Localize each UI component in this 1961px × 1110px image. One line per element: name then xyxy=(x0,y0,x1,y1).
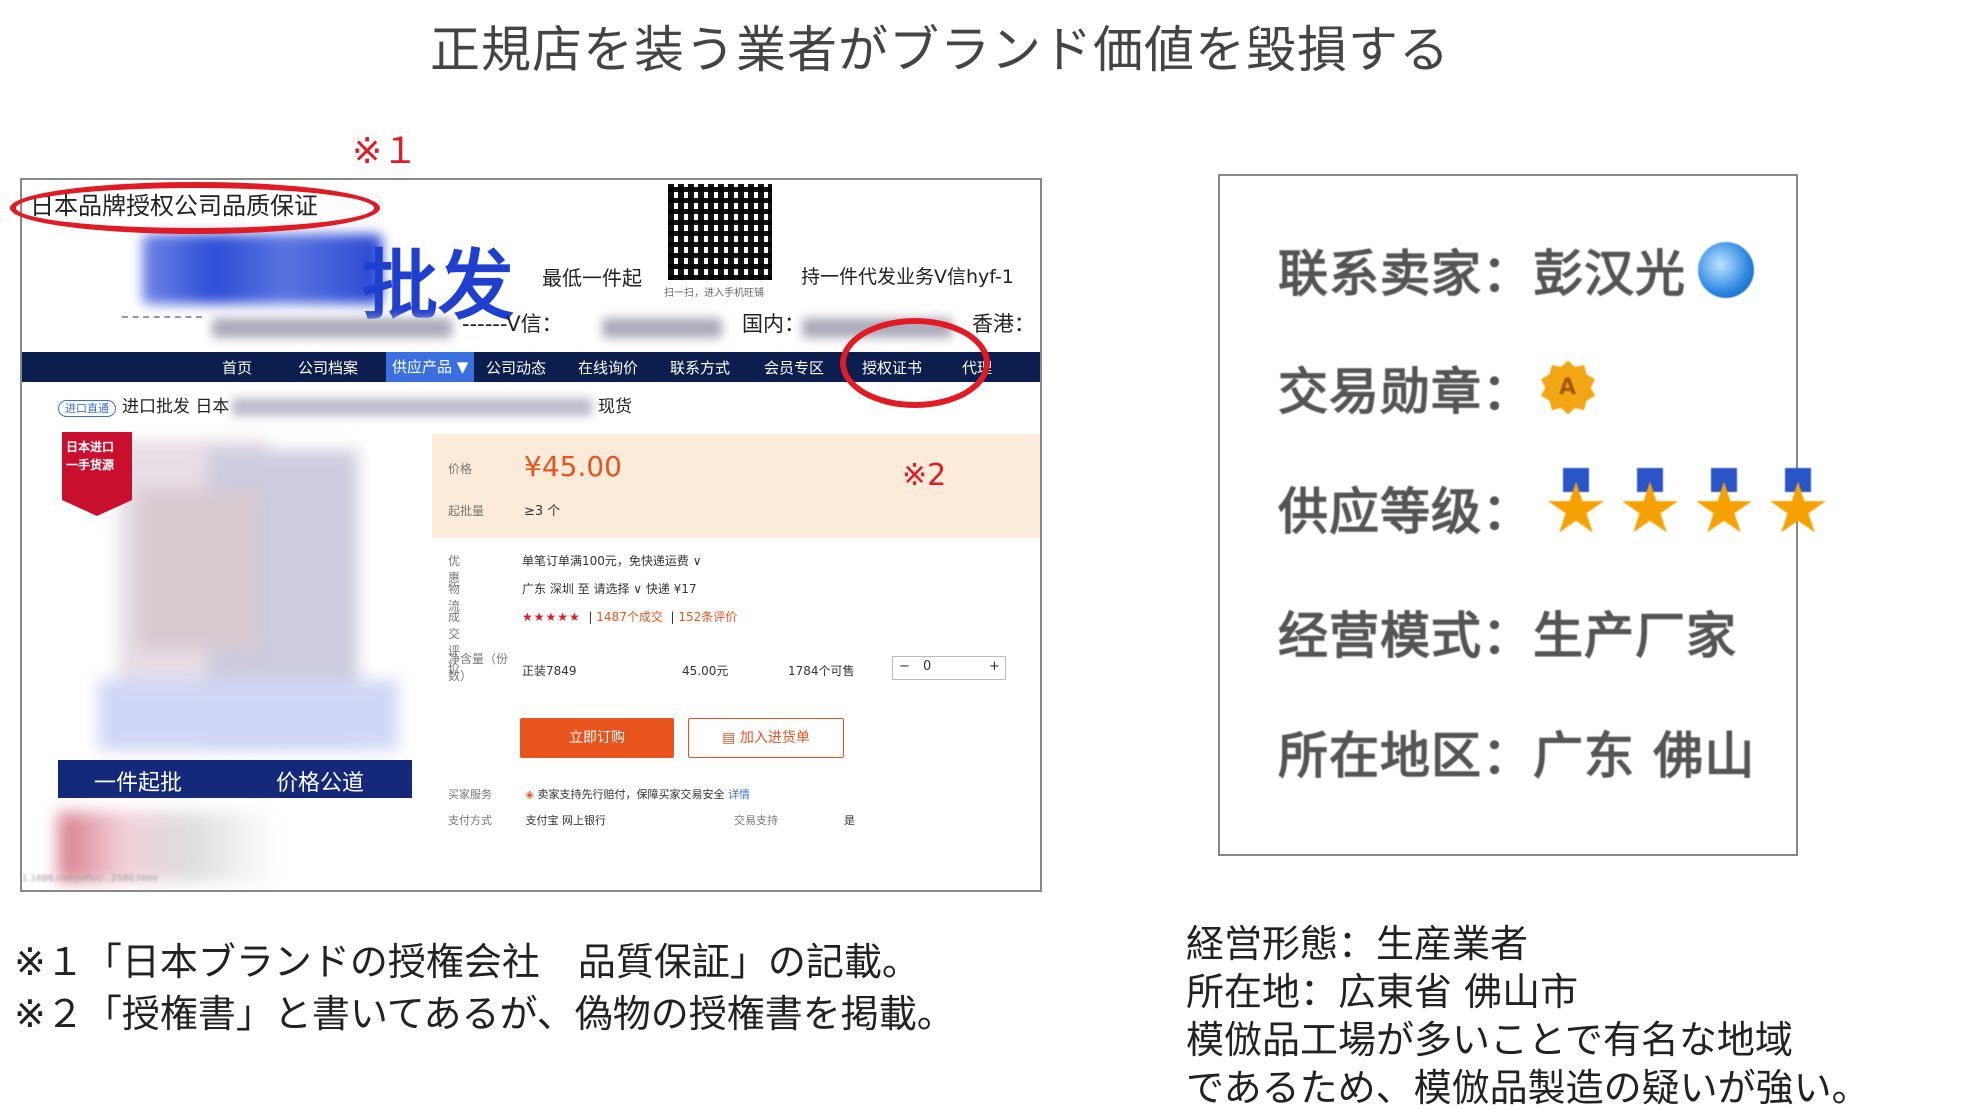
trade-medal-label: 交易勋章： xyxy=(1278,363,1533,421)
qty-label: 净含量（份数） xyxy=(448,652,509,683)
quantity-stepper: − 0 + xyxy=(892,656,1006,680)
service-key: 买家服务 xyxy=(448,788,492,801)
note-business-type: 経営形態：生産業者 xyxy=(1186,922,1529,966)
service-value: 卖家支持先行赔付，保障买家交易安全 xyxy=(537,788,725,801)
nav-products[interactable]: 供应产品 ▼ xyxy=(386,352,475,382)
note-region-2: であるため、模倣品製造の疑いが強い。 xyxy=(1186,1066,1870,1110)
qty-stock: 1784个可售 xyxy=(788,664,855,678)
badge-line-1: 日本进口 xyxy=(66,440,115,454)
add-to-list-button[interactable]: ▤ 加入进货单 xyxy=(688,718,844,758)
badge-line-2: 一手货源 xyxy=(66,458,115,472)
supply-level-label: 供应等级： xyxy=(1278,483,1533,541)
breadcrumb-prefix: 进口批发 日本 xyxy=(122,397,230,417)
price-label: 价格 xyxy=(448,462,473,476)
seller-info-panel: 联系卖家：彭汉光 交易勋章： A 供应等级： 经营模式：生产厂家 所在地区：广东 … xyxy=(1218,174,1826,856)
blurred-text xyxy=(232,398,592,416)
nav-certificate[interactable]: 授权证书 xyxy=(862,357,922,378)
add-to-list-label: 加入进货单 xyxy=(739,730,810,746)
stepper-minus-button[interactable]: − xyxy=(899,659,910,674)
price-value: ¥45.00 xyxy=(524,450,622,483)
shield-icon: ◈ xyxy=(525,788,538,801)
thumbnail[interactable] xyxy=(58,812,278,882)
domestic-label: 国内： xyxy=(742,312,805,336)
shop-nav: 首页 公司档案 供应产品 ▼ 公司动态 在线询价 联系方式 会员专区 授权证书 … xyxy=(22,352,1040,382)
info-value[interactable]: 单笔订单满100元，免快递运费 ∨ xyxy=(522,552,702,569)
service-detail-link[interactable]: 详情 xyxy=(728,788,750,801)
image-bar-left: 一件起批 xyxy=(94,771,183,796)
notes-left: ※１「日本ブランドの授権会社 品質保証」の記載。 ※２「授権書」と書いてあるが、… xyxy=(14,936,955,1040)
trade-support-value: 是 xyxy=(844,814,855,827)
medal-icon: A xyxy=(1541,360,1595,415)
nav-news[interactable]: 公司动态 xyxy=(486,357,546,378)
qty-price: 45.00元 xyxy=(682,664,729,678)
v-label: ------V信： xyxy=(462,312,563,336)
qr-caption: 扫一扫，进入手机旺铺 xyxy=(664,288,764,299)
nav-agent[interactable]: 代理 xyxy=(962,357,992,378)
seller-contact[interactable]: 联系卖家：彭汉光 xyxy=(1278,245,1686,303)
authorization-caption: 日本品牌授权公司品质保证 xyxy=(30,192,318,220)
shop-screenshot: 日本品牌授权公司品质保证 批发 最低一件起 支持一件代发业务V信hyf-1 扫一… xyxy=(20,178,1042,892)
slogan: 最低一件起 xyxy=(542,266,642,290)
breadcrumb-suffix: 现货 xyxy=(598,397,632,417)
blurred-text xyxy=(802,318,952,338)
stepper-plus-button[interactable]: + xyxy=(989,659,1000,674)
import-badge: 日本进口 一手货源 xyxy=(62,432,132,516)
hk-label: 香港： xyxy=(972,312,1035,336)
slogan-2: 支持一件代发业务V信hyf-1 xyxy=(782,266,1014,288)
nav-members[interactable]: 会员专区 xyxy=(764,357,824,378)
footnote-marker-1: ※１ xyxy=(352,131,419,172)
image-bar: 一件起批 价格公道 xyxy=(58,760,412,798)
slide-title: 正規店を装う業者がブランド価値を毀損する xyxy=(430,21,1450,79)
qr-code[interactable]: 扫一扫，进入手机旺铺 xyxy=(652,180,802,316)
review-count[interactable]: 152条评价 xyxy=(678,610,737,624)
breadcrumb: 进口直通 进口批发 日本 xyxy=(58,392,229,417)
footnote-marker-2: ※2 xyxy=(902,458,947,493)
qty-model: 正装7849 xyxy=(522,664,577,678)
payment-value: 支付宝 网上银行 xyxy=(525,814,607,827)
buyer-service: 买家服务 ◈ 卖家支持先行赔付，保障买家交易安全 详情 xyxy=(448,786,750,802)
rating-stars: ★★★★★ xyxy=(522,610,581,624)
chat-face-icon[interactable] xyxy=(1698,241,1754,298)
region: 所在地区：广东 佛山 xyxy=(1278,727,1756,785)
min-qty-value: ≥3 个 xyxy=(524,504,561,519)
blurred-brand-name xyxy=(142,234,382,304)
supply-level-row: 供应等级： xyxy=(1278,467,1829,552)
supply-star-icon xyxy=(1767,467,1829,540)
divider xyxy=(122,316,202,318)
price-box: 价格 ¥45.00 起批量 ≥3 个 xyxy=(432,434,1040,538)
info-value: ★★★★★ | 1487个成交 | 152条评价 xyxy=(522,610,738,624)
min-qty-label: 起批量 xyxy=(448,504,485,518)
payment-methods: 支付方式 支付宝 网上银行 交易支持 是 xyxy=(448,812,855,828)
image-bar-right: 价格公道 xyxy=(276,771,365,796)
seller-contact-row: 联系卖家：彭汉光 xyxy=(1278,234,1754,306)
supply-star-icon xyxy=(1545,467,1607,540)
qr-code-icon xyxy=(668,184,772,280)
blurred-text xyxy=(212,318,452,338)
contact-row: ------V信： 国内： 香港： xyxy=(22,308,1040,348)
clipboard-icon: ▤ xyxy=(722,730,740,746)
note-region-1: 模倣品工場が多いことで有名な地域 xyxy=(1186,1018,1793,1062)
import-tag: 进口直通 xyxy=(58,400,116,417)
supply-star-icon xyxy=(1619,467,1681,540)
deal-count[interactable]: 1487个成交 xyxy=(596,610,663,624)
trade-support-key: 交易支持 xyxy=(734,814,778,827)
nav-inquiry[interactable]: 在线询价 xyxy=(578,357,638,378)
nav-company[interactable]: 公司档案 xyxy=(298,357,358,378)
info-value[interactable]: 广东 深圳 至 请选择 ∨ 快递 ¥17 xyxy=(522,580,697,597)
note-location: 所在地：広東省 佛山市 xyxy=(1186,970,1579,1014)
stepper-value[interactable]: 0 xyxy=(923,659,931,674)
note-1: ※１「日本ブランドの授権会社 品質保証」の記載。 xyxy=(14,940,920,984)
payment-key: 支付方式 xyxy=(448,814,492,827)
nav-home[interactable]: 首页 xyxy=(222,357,252,378)
business-mode: 经营模式：生产厂家 xyxy=(1278,607,1737,665)
nav-contact[interactable]: 联系方式 xyxy=(670,357,730,378)
status-url: 1.1688.com/offer/...2580.html xyxy=(22,874,158,884)
order-now-button[interactable]: 立即订购 xyxy=(520,718,674,758)
notes-right: 経営形態：生産業者 所在地：広東省 佛山市 模倣品工場が多いことで有名な地域 で… xyxy=(1186,920,1870,1110)
note-2: ※２「授権書」と書いてあるが、偽物の授権書を掲載。 xyxy=(14,992,955,1036)
blurred-text xyxy=(602,318,722,338)
supply-star-icon xyxy=(1693,467,1755,540)
trade-medal-row: 交易勋章： A xyxy=(1278,352,1595,424)
